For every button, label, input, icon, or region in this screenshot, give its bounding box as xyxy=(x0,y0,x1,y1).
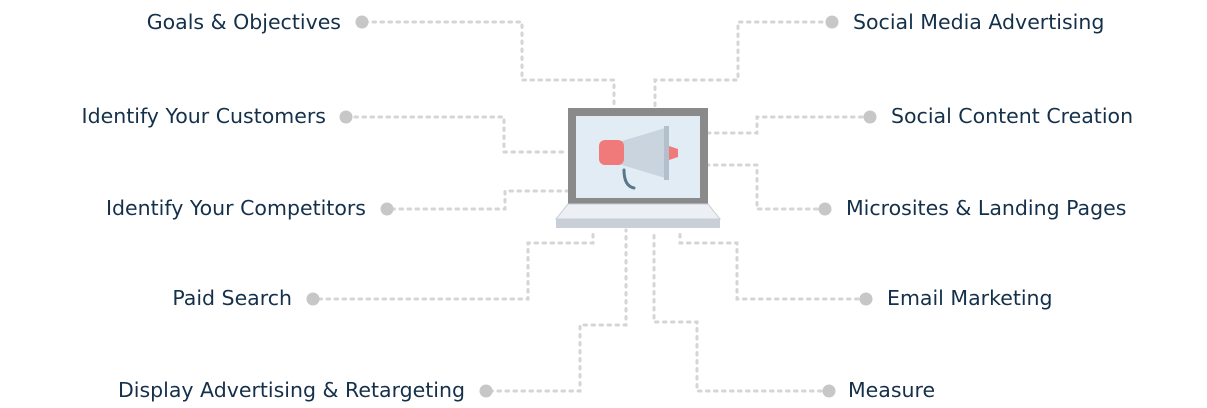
laptop-keyboard-deck xyxy=(554,203,722,220)
label-microsites-landing-pages: Microsites & Landing Pages xyxy=(846,196,1127,220)
dot-microsites xyxy=(818,202,832,216)
label-measure: Measure xyxy=(848,378,936,402)
label-email-marketing: Email Marketing xyxy=(887,286,1053,310)
connector-microsites xyxy=(706,163,827,211)
connector-social-content xyxy=(706,115,872,135)
label-social-content-creation: Social Content Creation xyxy=(891,104,1134,128)
label-goals-objectives: Goals & Objectives xyxy=(146,10,341,34)
connector-email xyxy=(678,228,868,301)
dot-social-media xyxy=(825,15,839,29)
dot-customers xyxy=(339,110,353,124)
marketing-plan-diagram: Goals & Objectives Identify Your Custome… xyxy=(0,0,1207,404)
megaphone-rim xyxy=(664,126,669,180)
laptop-megaphone-icon xyxy=(554,108,722,228)
connector-display-advertising xyxy=(488,228,628,393)
laptop-base xyxy=(556,219,720,228)
connector-competitors xyxy=(390,189,570,211)
dot-social-content xyxy=(863,110,877,124)
connector-social-media xyxy=(653,20,832,110)
connector-goals xyxy=(363,20,616,110)
label-display-advertising: Display Advertising & Retargeting xyxy=(117,378,465,402)
label-social-media-advertising: Social Media Advertising xyxy=(853,10,1105,34)
megaphone-back xyxy=(599,140,624,165)
connector-paid-search xyxy=(317,228,595,301)
dot-display-advertising xyxy=(479,384,493,398)
dot-measure xyxy=(822,384,836,398)
label-identify-customers: Identify Your Customers xyxy=(81,104,326,128)
dot-paid-search xyxy=(306,292,320,306)
dot-email xyxy=(859,292,873,306)
connector-customers xyxy=(353,115,570,154)
connector-measure xyxy=(652,228,831,393)
label-paid-search: Paid Search xyxy=(172,286,292,310)
dot-competitors xyxy=(380,202,394,216)
dot-goals xyxy=(355,15,369,29)
label-identify-competitors: Identify Your Competitors xyxy=(105,196,366,220)
